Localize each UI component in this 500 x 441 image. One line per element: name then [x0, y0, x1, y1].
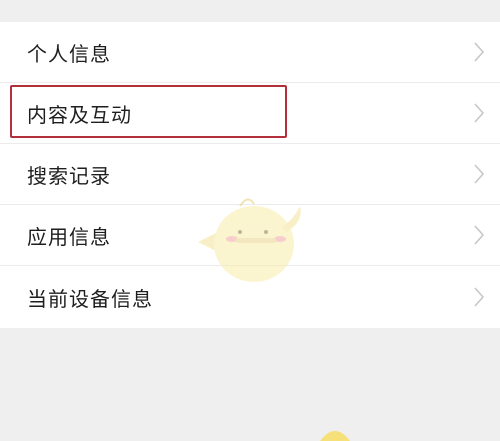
- settings-screen: 个人信息 内容及互动 搜索记录 应用信息 当前设备信息: [0, 0, 500, 441]
- top-spacer: [0, 0, 500, 22]
- duck-mascot-watermark-icon: [198, 198, 301, 282]
- chevron-right-icon: [474, 164, 485, 184]
- menu-item-label: 当前设备信息: [27, 286, 153, 311]
- duck-mascot-peek-icon: [320, 431, 350, 441]
- menu-item-personal-info[interactable]: 个人信息: [0, 22, 500, 83]
- menu-item-label: 应用信息: [27, 224, 111, 249]
- menu-item-label: 搜索记录: [27, 163, 111, 188]
- chevron-right-icon: [474, 225, 485, 245]
- menu-item-label: 个人信息: [27, 41, 111, 66]
- menu-item-content-interaction[interactable]: 内容及互动: [0, 83, 500, 144]
- chevron-right-icon: [474, 287, 485, 307]
- chevron-right-icon: [474, 42, 485, 62]
- chevron-right-icon: [474, 103, 485, 123]
- menu-item-label: 内容及互动: [27, 102, 132, 127]
